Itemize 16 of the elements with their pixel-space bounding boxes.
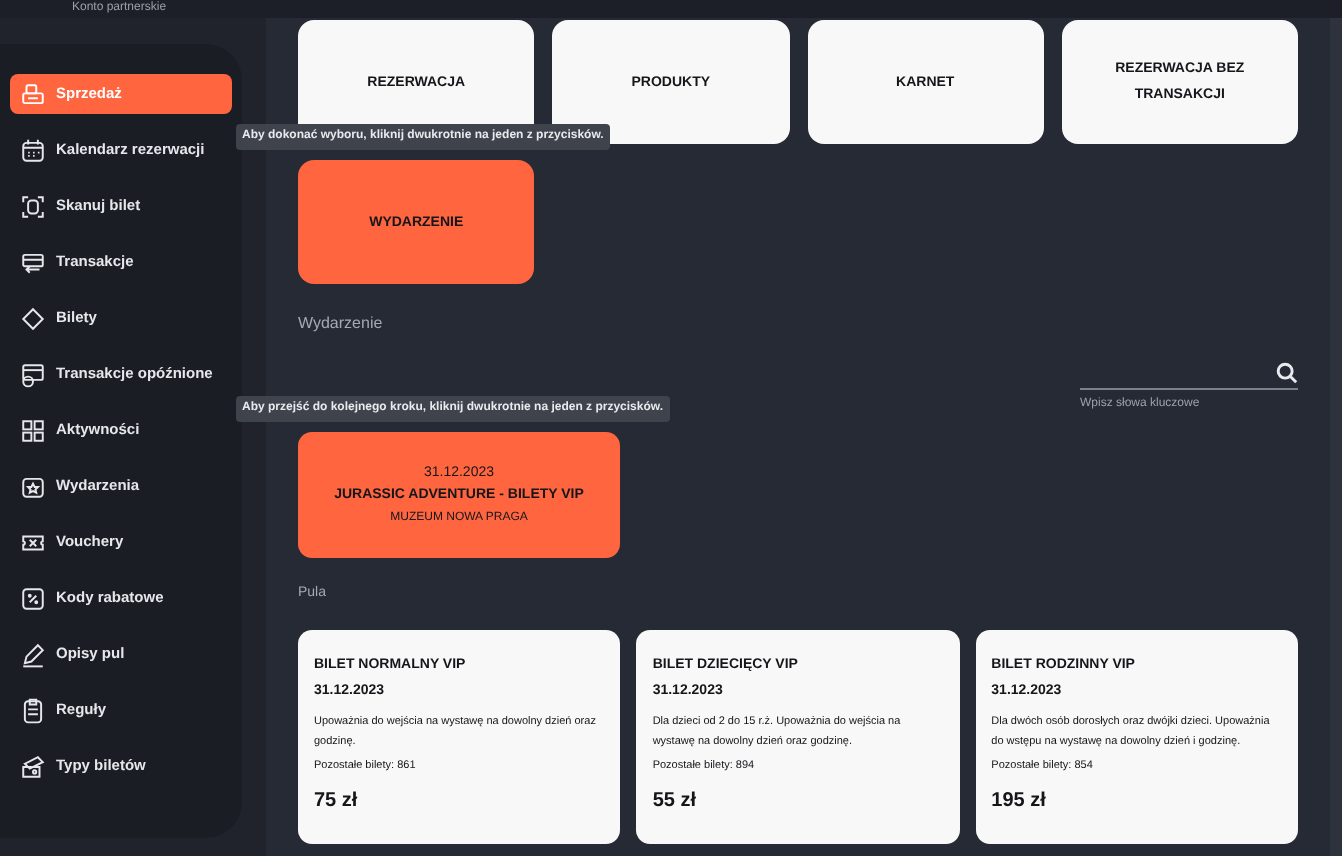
card-icon (20, 249, 46, 275)
discount-icon (20, 585, 46, 611)
pencil-icon (20, 641, 46, 667)
register-icon (20, 81, 46, 107)
star-calendar-icon (20, 473, 46, 499)
section-title: Wydarzenie (298, 312, 385, 336)
ticket-icon (20, 305, 46, 331)
ticket-price: 195 zł (991, 788, 1048, 817)
ticket-price: 75 zł (314, 788, 360, 817)
ticket-price: 55 zł (652, 788, 699, 817)
grid-icon (20, 417, 46, 443)
clipboard-icon (20, 697, 46, 723)
scan-icon (20, 193, 46, 219)
tickets-icon (20, 753, 46, 779)
search-icon (1276, 361, 1298, 383)
calendar-icon (20, 137, 46, 163)
